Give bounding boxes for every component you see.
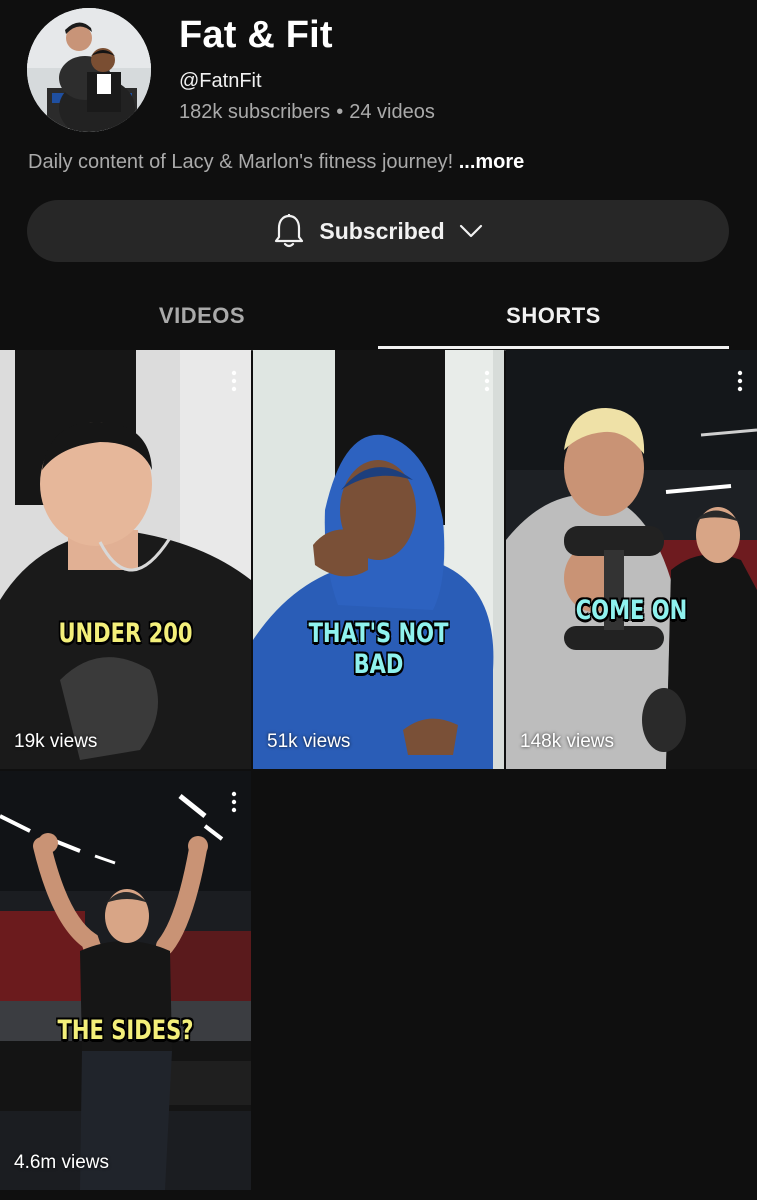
more-options-icon[interactable] [484,370,490,392]
avatar-image [27,8,151,132]
short-caption: THAT'S NOT BAD [308,618,449,680]
stats-separator: • [336,101,344,123]
more-options-icon[interactable] [737,370,743,392]
subscriber-count: 182k subscribers [179,101,331,123]
short-thumbnail [0,771,251,1190]
short-views: 51k views [267,731,351,752]
short-caption: UNDER 200 [58,618,193,649]
selected-tab-indicator [378,346,729,349]
short-card[interactable]: THE SIDES? 4.6m views [0,771,251,1190]
short-caption: THE SIDES? [57,1015,194,1046]
short-card[interactable]: COME ON 148k views [506,350,757,769]
short-card[interactable]: THAT'S NOT BAD 51k views [253,350,504,769]
more-link[interactable]: ...more [459,151,525,173]
chevron-down-icon [459,224,482,238]
channel-title: Fat & Fit [179,14,333,56]
subscribed-button[interactable]: Subscribed [27,200,729,262]
short-thumbnail [506,350,757,769]
channel-tabs: VIDEOS SHORTS [0,282,757,351]
short-views: 148k views [520,731,614,752]
short-thumbnail [0,350,251,769]
channel-handle: @FatnFit [179,70,262,92]
short-caption: COME ON [575,595,688,626]
channel-header: Fat & Fit @FatnFit 182k subscribers • 24 v… [0,0,757,200]
video-count: 24 videos [349,101,435,123]
short-views: 4.6m views [14,1152,110,1173]
more-options-icon[interactable] [231,791,237,813]
tab-videos[interactable]: VIDEOS [27,282,377,350]
more-options-icon[interactable] [231,370,237,392]
description-text: Daily content of Lacy & Marlon's fitness… [28,151,454,173]
short-card[interactable]: UNDER 200 19k views [0,350,251,769]
subscribed-label: Subscribed [319,217,445,244]
bell-icon [275,214,304,248]
short-views: 19k views [14,731,98,752]
short-thumbnail [253,350,504,769]
channel-avatar[interactable] [27,8,151,132]
tab-shorts[interactable]: SHORTS [378,282,729,350]
channel-stats: 182k subscribers • 24 videos [179,101,435,124]
channel-description[interactable]: Daily content of Lacy & Marlon's fitness… [28,151,524,174]
